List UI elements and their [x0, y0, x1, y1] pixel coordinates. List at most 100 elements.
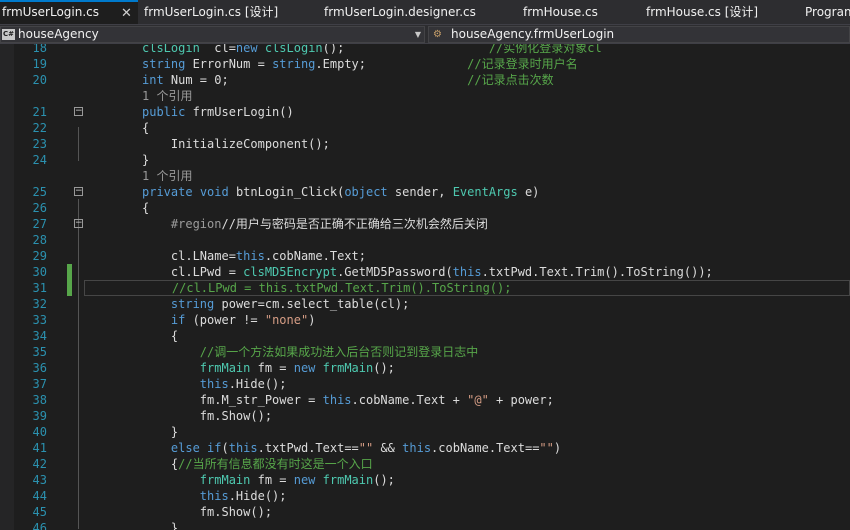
line-number: 26	[32, 201, 47, 215]
code-text: else if(this.txtPwd.Text=="" && this.cob…	[142, 440, 561, 456]
code-text: string ErrorNum = string.Empty; //记录登录时用…	[142, 56, 578, 72]
code-token: fm =	[250, 361, 294, 375]
code-token: frmUserLogin()	[185, 105, 294, 119]
line-number: 23	[32, 137, 47, 151]
code-token: .cobName.Text +	[351, 393, 468, 407]
tab-frmuserlogin-designer-view[interactable]: frmUserLogin.cs [设计]	[138, 0, 303, 24]
code-token: + power;	[488, 393, 554, 407]
line-number: 22	[32, 121, 47, 135]
code-token: cl.LName=	[142, 249, 236, 263]
code-text: fm.Show();	[142, 408, 272, 424]
code-text: private void btnLogin_Click(object sende…	[142, 184, 539, 200]
code-line: 46 }	[0, 520, 850, 530]
code-token: frmMain	[199, 361, 251, 375]
code-token: cl=	[199, 44, 236, 55]
code-line: 23 InitializeComponent();	[0, 136, 850, 152]
code-token: &&	[373, 441, 403, 455]
line-number: 28	[32, 233, 47, 247]
code-token: this	[322, 393, 352, 407]
collapse-icon[interactable]: −	[74, 187, 83, 196]
code-token: Num = 0;	[163, 73, 229, 87]
code-token: (	[221, 441, 229, 455]
line-number: 33	[32, 313, 47, 327]
line-number: 45	[32, 505, 47, 519]
collapse-icon[interactable]: −	[74, 219, 83, 228]
line-number: 46	[32, 521, 47, 530]
code-token: }	[142, 153, 150, 167]
code-token: {	[142, 201, 150, 215]
code-editor[interactable]: 18 clsLogin cl=new clsLogin(); //实例化登录对象c…	[0, 44, 850, 530]
code-line: 24}	[0, 152, 850, 168]
tab-frmuserlogin-cs[interactable]: frmUserLogin.cs ✕	[0, 0, 138, 24]
code-token: new	[235, 44, 258, 55]
code-line: 36 frmMain fm = new frmMain();	[0, 360, 850, 376]
project-dropdown[interactable]: C# houseAgency ▼	[0, 26, 425, 43]
codelens-reference[interactable]: 1 个引用	[0, 88, 850, 104]
code-token: EventArgs	[452, 185, 518, 199]
code-token: .cobName.Text;	[264, 249, 366, 263]
code-token: {	[142, 329, 179, 343]
tab-frmhouse-designer-view[interactable]: frmHouse.cs [设计]	[640, 0, 780, 24]
line-number: 21	[32, 105, 47, 119]
code-text: this.Hide();	[142, 376, 287, 392]
line-number: 30	[32, 265, 47, 279]
code-token: fm.Show();	[142, 505, 273, 519]
line-number: 38	[32, 393, 47, 407]
tab-label: frmUserLogin.cs	[2, 5, 100, 19]
code-text: frmMain fm = new frmMain();	[142, 360, 395, 376]
code-token: string	[272, 57, 316, 71]
code-text: cl.LPwd = clsMD5Encrypt.GetMD5Password(t…	[142, 264, 713, 280]
collapse-icon[interactable]: −	[74, 107, 83, 116]
codelens-reference[interactable]: 1 个引用	[0, 168, 850, 184]
code-text: public frmUserLogin()	[142, 104, 294, 120]
member-dropdown[interactable]: ⚙ houseAgency.frmUserLogin	[428, 26, 850, 43]
code-token: //记录登录时用户名	[467, 57, 578, 71]
code-token: .Hide();	[228, 489, 287, 503]
chevron-down-icon: ▼	[414, 30, 421, 39]
line-number: 32	[32, 297, 47, 311]
tab-frmhouse-cs[interactable]: frmHouse.cs	[517, 0, 627, 24]
code-token: }	[142, 521, 179, 530]
code-token: this	[402, 441, 432, 455]
tab-frmuserlogin-designer-cs[interactable]: frmUserLogin.designer.cs	[318, 0, 498, 24]
code-line: 32 string power=cm.select_table(cl);	[0, 296, 850, 312]
code-token: ();	[373, 473, 395, 487]
code-text: {	[142, 328, 178, 344]
code-token: cl.LPwd =	[142, 265, 244, 279]
document-tab-bar: frmUserLogin.cs ✕ frmUserLogin.cs [设计] f…	[0, 0, 850, 24]
code-token: InitializeComponent();	[142, 137, 330, 151]
tab-label: Program	[805, 5, 850, 19]
code-token: .txtPwd.Text==	[257, 441, 359, 455]
code-token: this	[235, 249, 265, 263]
line-number: 20	[32, 73, 47, 87]
code-token: 1 个引用	[142, 89, 193, 103]
code-text: InitializeComponent();	[142, 136, 330, 152]
code-text: this.Hide();	[142, 488, 287, 504]
code-text: {	[142, 120, 149, 136]
code-line: 28	[0, 232, 850, 248]
code-token: )	[553, 441, 562, 455]
close-icon[interactable]: ✕	[121, 3, 132, 24]
code-line: 40 }	[0, 424, 850, 440]
line-number: 25	[32, 185, 47, 199]
code-token: {	[142, 121, 150, 135]
code-token: //用户与密码是否正确不正确给三次机会然后关闭	[221, 217, 488, 231]
navigation-bar: C# houseAgency ▼ ⚙ houseAgency.frmUserLo…	[0, 24, 850, 44]
code-token: //当所有信息都没有时这是一个入口	[178, 457, 373, 471]
code-token: frmMain	[322, 473, 374, 487]
code-line: 25 − private void btnLogin_Click(object se…	[0, 184, 850, 200]
code-token: "none"	[264, 313, 309, 327]
tab-label: frmUserLogin.designer.cs	[324, 5, 476, 19]
code-text: clsLogin cl=new clsLogin(); //实例化登录对象cl	[142, 44, 602, 56]
line-number: 36	[32, 361, 47, 375]
project-name: houseAgency	[18, 27, 99, 41]
code-token: ErrorNum =	[185, 57, 273, 71]
tab-program-cs[interactable]: Program	[799, 0, 850, 24]
code-token: e)	[517, 185, 540, 199]
